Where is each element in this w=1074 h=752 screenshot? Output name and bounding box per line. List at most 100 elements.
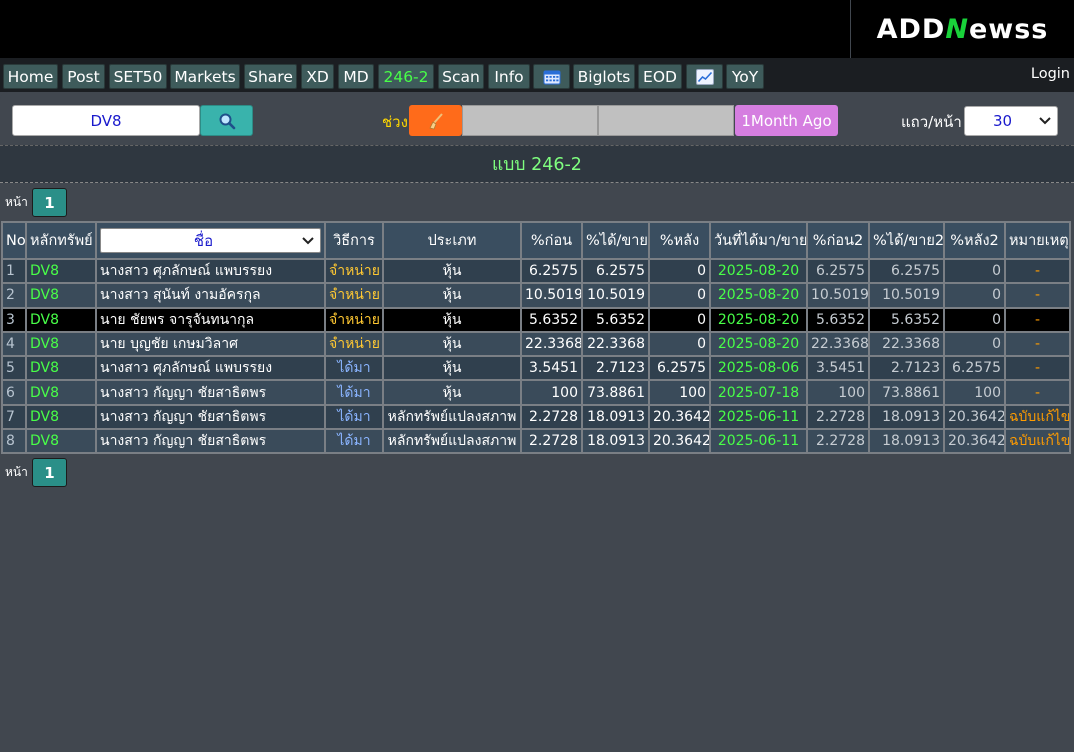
table-row[interactable]: 3 DV8 นาย ชัยพร จารุจันทนากุล จำหน่าย หุ้น 5.…: [1, 306, 1071, 333]
nav-tab-home[interactable]: Home: [3, 64, 58, 89]
cell-trade: 10.5019: [581, 282, 650, 309]
col-header-no[interactable]: No: [1, 221, 27, 260]
cell-symbol[interactable]: DV8: [25, 330, 97, 358]
cell-symbol[interactable]: DV8: [25, 428, 97, 455]
nav-tab-eod[interactable]: EOD: [638, 64, 682, 89]
cell-name: นางสาว กัญญา ชัยสาธิตพร: [95, 428, 326, 455]
pagination-label-bottom: หน้า: [5, 465, 28, 479]
cell-note: -: [1004, 379, 1071, 406]
nav-tab-biglots[interactable]: Biglots: [573, 64, 635, 89]
cell-before2: 10.5019: [806, 282, 870, 309]
cell-after: 0: [648, 257, 711, 285]
cell-after2: 20.3642: [943, 403, 1006, 431]
nav-tab-yoy[interactable]: YoY: [726, 64, 764, 89]
cell-type: หลักทรัพย์แปลงสภาพ: [382, 428, 522, 455]
logo-text: ADDNewss: [876, 13, 1049, 45]
col-header-trade[interactable]: %ได้/ขาย: [581, 221, 650, 260]
start-date-input[interactable]: [462, 105, 598, 136]
cell-before2: 5.6352: [806, 306, 870, 333]
cell-before: 22.3368: [520, 330, 583, 358]
rows-per-page-select[interactable]: 30: [964, 106, 1058, 136]
range-label: ช่วง: [382, 113, 408, 131]
table-row[interactable]: 2 DV8 นางสาว สุนันท์ งามอัครกุล จำหน่าย หุ้น…: [1, 282, 1071, 309]
name-filter-select[interactable]: ชื่อ: [100, 228, 321, 253]
col-header-name[interactable]: ชื่อ: [95, 221, 326, 260]
cell-no: 7: [1, 403, 27, 431]
cell-after2: 0: [943, 330, 1006, 358]
cell-type: หุ้น: [382, 306, 522, 333]
nav-tab-share[interactable]: Share: [244, 64, 297, 89]
col-header-before2[interactable]: %ก่อน2: [806, 221, 870, 260]
cell-type: หุ้น: [382, 379, 522, 406]
cell-before: 2.2728: [520, 428, 583, 455]
nav-tab-chart[interactable]: [686, 64, 723, 89]
cell-method: ได้มา: [324, 379, 384, 406]
cell-trade2: 6.2575: [868, 257, 945, 285]
cell-type: หุ้น: [382, 355, 522, 382]
cell-after2: 6.2575: [943, 355, 1006, 382]
col-header-symbol[interactable]: หลักทรัพย์: [25, 221, 97, 260]
cell-after: 20.3642: [648, 428, 711, 455]
cell-no: 2: [1, 282, 27, 309]
col-header-date[interactable]: วันที่ได้มา/ขาย: [709, 221, 808, 260]
nav-tab-scan[interactable]: Scan: [438, 64, 484, 89]
rows-per-page-label: แถว/หน้า: [901, 113, 962, 131]
cell-symbol[interactable]: DV8: [25, 257, 97, 285]
one-month-ago-button[interactable]: 1Month Ago: [735, 105, 838, 136]
cell-trade: 73.8861: [581, 379, 650, 406]
cell-after2: 0: [943, 306, 1006, 333]
table-row[interactable]: 7 DV8 นางสาว กัญญา ชัยสาธิตพร ได้มา หลักทรัพ…: [1, 403, 1071, 431]
login-link[interactable]: Login: [1031, 66, 1070, 82]
symbol-search-input[interactable]: [12, 105, 200, 136]
cell-method: ได้มา: [324, 428, 384, 455]
col-header-before[interactable]: %ก่อน: [520, 221, 583, 260]
table-row[interactable]: 8 DV8 นางสาว กัญญา ชัยสาธิตพร ได้มา หลักทรัพ…: [1, 428, 1071, 455]
cell-name: นาย บุญชัย เกษมวิลาศ: [95, 330, 326, 358]
cell-symbol[interactable]: DV8: [25, 282, 97, 309]
nav-tab-markets[interactable]: Markets: [170, 64, 240, 89]
col-header-type[interactable]: ประเภท: [382, 221, 522, 260]
col-header-note[interactable]: หมายเหตุ: [1004, 221, 1071, 260]
nav-tab-calendar[interactable]: [533, 64, 570, 89]
cell-name: นางสาว ศุภลักษณ์ แพบรรยง: [95, 355, 326, 382]
cell-type: หุ้น: [382, 257, 522, 285]
nav-tab-246-2[interactable]: 246-2: [378, 64, 434, 89]
cell-date: 2025-08-20: [709, 330, 808, 358]
cell-date: 2025-08-20: [709, 306, 808, 333]
nav-tab-info[interactable]: Info: [488, 64, 530, 89]
nav-tab-xd[interactable]: XD: [301, 64, 334, 89]
clear-range-button[interactable]: [409, 105, 462, 136]
col-header-method[interactable]: วิธีการ: [324, 221, 384, 260]
cell-symbol[interactable]: DV8: [25, 306, 97, 333]
cell-trade: 2.7123: [581, 355, 650, 382]
cell-type: หุ้น: [382, 330, 522, 358]
cell-symbol[interactable]: DV8: [25, 403, 97, 431]
cell-method: จำหน่าย: [324, 306, 384, 333]
table-row[interactable]: 5 DV8 นางสาว ศุภลักษณ์ แพบรรยง ได้มา หุ้น 3.5…: [1, 355, 1071, 382]
end-date-input[interactable]: [598, 105, 734, 136]
table-row[interactable]: 1 DV8 นางสาว ศุภลักษณ์ แพบรรยง จำหน่าย หุ้น 6…: [1, 257, 1071, 285]
cell-after2: 20.3642: [943, 428, 1006, 455]
main-nav: Home Post SET50 Markets Share XD MD 246-…: [0, 58, 1074, 92]
table-row[interactable]: 6 DV8 นางสาว กัญญา ชัยสาธิตพร ได้มา หุ้น 100 7…: [1, 379, 1071, 406]
cell-trade: 22.3368: [581, 330, 650, 358]
nav-tab-set50[interactable]: SET50: [109, 64, 167, 89]
cell-symbol[interactable]: DV8: [25, 379, 97, 406]
page-button-bottom[interactable]: 1: [32, 458, 67, 487]
cell-note: ฉบับแก้ไข: [1004, 428, 1071, 455]
nav-tab-post[interactable]: Post: [62, 64, 105, 89]
nav-tab-md[interactable]: MD: [338, 64, 374, 89]
cell-symbol[interactable]: DV8: [25, 355, 97, 382]
page-button-top[interactable]: 1: [32, 188, 67, 217]
cell-trade2: 73.8861: [868, 379, 945, 406]
col-header-after2[interactable]: %หลัง2: [943, 221, 1006, 260]
site-logo[interactable]: ADDNewss: [851, 0, 1074, 58]
cell-method: จำหน่าย: [324, 282, 384, 309]
cell-no: 6: [1, 379, 27, 406]
table-row[interactable]: 4 DV8 นาย บุญชัย เกษมวิลาศ จำหน่าย หุ้น 22.33…: [1, 330, 1071, 358]
search-icon: [219, 113, 235, 129]
col-header-after[interactable]: %หลัง: [648, 221, 711, 260]
col-header-trade2[interactable]: %ได้/ขาย2: [868, 221, 945, 260]
cell-trade: 5.6352: [581, 306, 650, 333]
search-button[interactable]: [200, 105, 253, 136]
